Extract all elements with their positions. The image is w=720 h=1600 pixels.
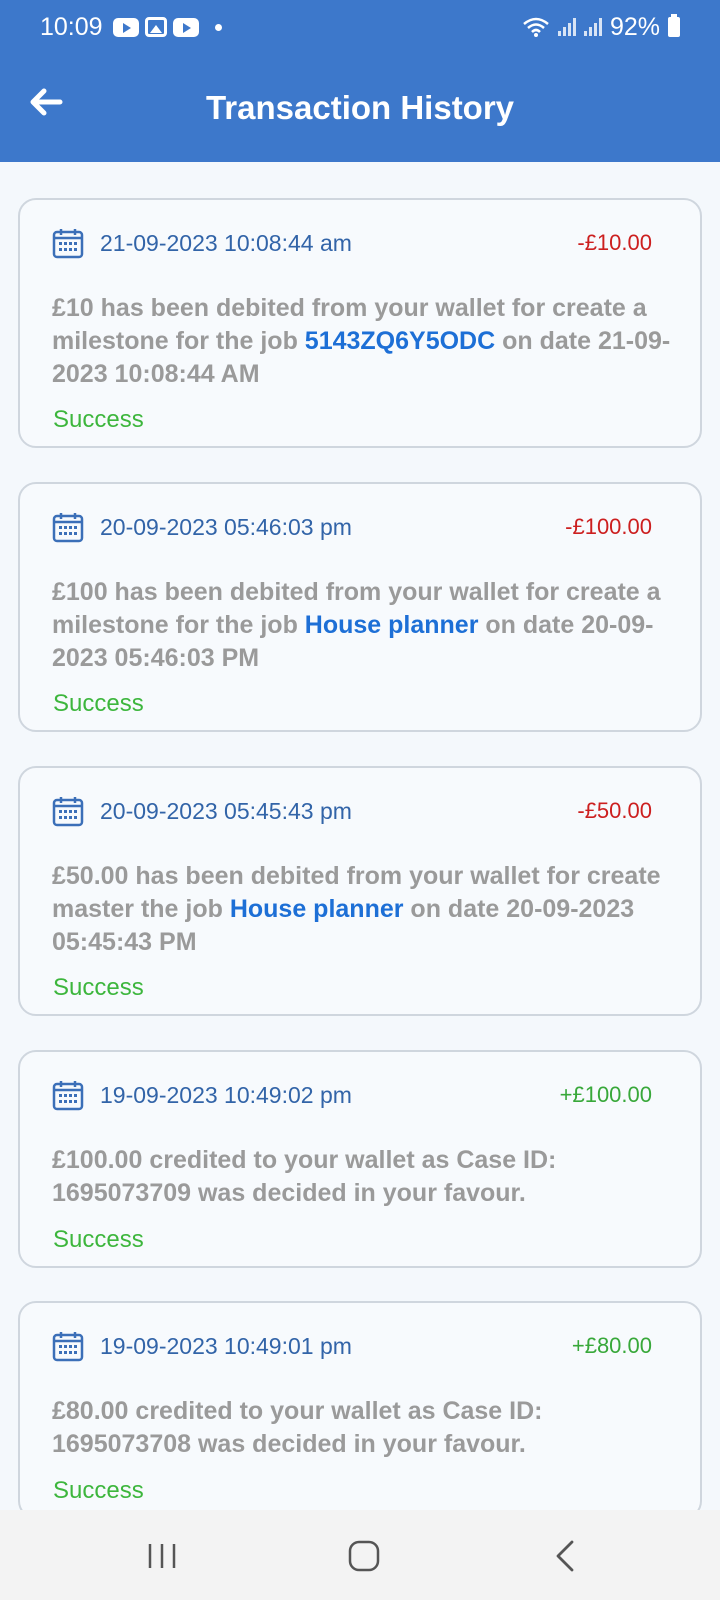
transaction-card[interactable]: 20-09-2023 05:45:43 pm -£50.00 £50.00 ha…: [18, 766, 702, 1016]
transaction-amount: +£80.00: [571, 1333, 652, 1358]
header: Transaction History: [0, 54, 720, 162]
card-header: 20-09-2023 05:45:43 pm -£50.00: [52, 794, 652, 828]
transaction-date: 21-09-2023 10:08:44 am: [100, 229, 352, 256]
status-label: Success: [53, 1226, 144, 1253]
signal-icon: [583, 18, 602, 36]
transaction-date: 20-09-2023 05:45:43 pm: [100, 797, 352, 824]
transaction-card[interactable]: 20-09-2023 05:46:03 pm -£100.00 £100 has…: [18, 482, 702, 732]
youtube-icon: [172, 17, 199, 37]
dot-icon: [214, 23, 222, 31]
signal-icon: [557, 18, 576, 36]
transaction-amount: +£100.00: [559, 1082, 652, 1107]
job-link[interactable]: House planner: [230, 895, 404, 923]
card-header: 19-09-2023 10:49:01 pm +£80.00: [52, 1329, 652, 1363]
transaction-description: £80.00 credited to your wallet as Case I…: [52, 1397, 543, 1458]
status-time: 10:09: [40, 12, 103, 41]
status-label: Success: [53, 1477, 144, 1504]
card-header: 19-09-2023 10:49:02 pm +£100.00: [52, 1078, 652, 1112]
transaction-description: £100 has been debited from your wallet f…: [52, 576, 678, 675]
system-icons: 92%: [522, 13, 680, 42]
back-nav-icon[interactable]: [542, 1532, 590, 1580]
card-header: 20-09-2023 05:46:03 pm -£100.00: [52, 510, 652, 544]
job-link[interactable]: 5143ZQ6Y5ODC: [305, 327, 495, 355]
gallery-icon: [144, 17, 167, 37]
battery-percent: 92%: [609, 12, 660, 41]
calendar-icon: [52, 1332, 84, 1362]
card-header: 21-09-2023 10:08:44 am -£10.00: [52, 226, 652, 260]
status-label: Success: [53, 974, 144, 1001]
home-icon[interactable]: [340, 1532, 388, 1580]
transaction-card[interactable]: 19-09-2023 10:49:02 pm +£100.00 £100.00 …: [18, 1050, 702, 1268]
recents-icon[interactable]: [138, 1532, 186, 1580]
transaction-description: £100.00 credited to your wallet as Case …: [52, 1146, 557, 1207]
transaction-amount: -£50.00: [577, 798, 652, 823]
youtube-icon: [112, 17, 139, 37]
transaction-card[interactable]: 19-09-2023 10:49:01 pm +£80.00 £80.00 cr…: [18, 1301, 702, 1519]
status-bar: 10:09 92%: [0, 0, 720, 54]
wifi-icon: [523, 17, 549, 37]
status-label: Success: [53, 690, 144, 717]
transaction-amount: -£100.00: [565, 514, 652, 539]
transaction-date: 19-09-2023 10:49:02 pm: [100, 1081, 352, 1108]
battery-icon: [668, 14, 680, 37]
notification-icons: [112, 17, 222, 37]
transaction-date: 19-09-2023 10:49:01 pm: [100, 1332, 352, 1359]
app-bar: 10:09 92% Transaction History: [0, 0, 720, 162]
page-title: Transaction History: [205, 89, 515, 126]
transaction-date: 20-09-2023 05:46:03 pm: [100, 513, 352, 540]
calendar-icon: [52, 229, 84, 259]
job-link[interactable]: House planner: [305, 611, 479, 639]
transaction-card[interactable]: 21-09-2023 10:08:44 am -£10.00 £10 has b…: [18, 198, 702, 448]
status-label: Success: [53, 406, 144, 433]
system-nav-bar: [0, 1510, 720, 1600]
transaction-description: £50.00 has been debited from your wallet…: [52, 860, 678, 959]
calendar-icon: [52, 1081, 84, 1111]
calendar-icon: [52, 513, 84, 543]
back-arrow-icon[interactable]: [26, 82, 66, 122]
calendar-icon: [52, 797, 84, 827]
transaction-amount: -£10.00: [577, 230, 652, 255]
transaction-description: £10 has been debited from your wallet fo…: [52, 292, 678, 391]
